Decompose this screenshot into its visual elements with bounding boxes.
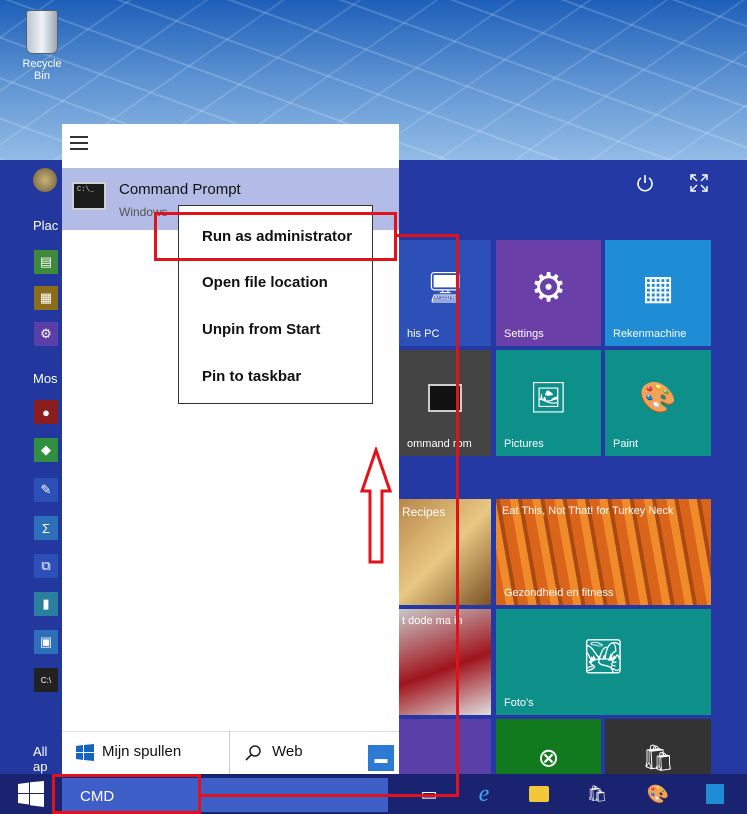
tile-settings[interactable]: ⚙ Settings: [496, 240, 601, 346]
most-used-label: Mos: [33, 371, 58, 386]
places-item-1[interactable]: ▤: [34, 250, 58, 274]
annotation-run-as-admin-highlight: [154, 212, 397, 261]
most-used-item-6[interactable]: ▮: [34, 592, 58, 616]
tile-photos-label: Foto's: [504, 697, 534, 709]
expand-icon[interactable]: [688, 172, 710, 194]
tile-recipes-label: Recipes: [402, 505, 446, 519]
edge-icon[interactable]: e: [473, 781, 495, 807]
my-stuff-label: Mijn spullen: [102, 743, 182, 760]
menu-item-pin-to-taskbar[interactable]: Pin to taskbar: [202, 368, 301, 385]
recycle-bin[interactable]: Recycle Bin: [14, 10, 70, 82]
annotation-search-highlight: [52, 774, 201, 814]
tile-this-pc[interactable]: 🖥 his PC: [399, 240, 491, 346]
most-used-item-cmd[interactable]: C:\: [34, 668, 58, 692]
tile-pictures[interactable]: 🖼 Pictures: [496, 350, 601, 456]
tile-news-category: Gezondheid en fitness: [504, 587, 614, 599]
up-arrow-icon: [359, 447, 393, 564]
recycle-bin-icon: [26, 10, 58, 54]
annotation-line-top: [396, 234, 459, 237]
menu-item-open-file-location[interactable]: Open file location: [202, 274, 328, 291]
feedback-icon[interactable]: ▬: [368, 745, 394, 771]
photos-icon: 🏞: [581, 637, 626, 676]
calculator-icon: ▦: [641, 268, 675, 307]
menu-item-unpin-from-start[interactable]: Unpin from Start: [202, 321, 320, 338]
tile-recipes[interactable]: Recipes: [399, 499, 491, 605]
places-settings-icon[interactable]: ⚙: [34, 322, 58, 346]
tile-news[interactable]: Eat This, Not That! for Turkey Neck Gezo…: [496, 499, 711, 605]
footer-divider: [229, 731, 230, 774]
xbox-icon: ⊗: [537, 742, 560, 772]
tile-calculator[interactable]: ▦ Rekenmachine: [605, 240, 711, 346]
most-used-item-2[interactable]: ◆: [34, 438, 58, 462]
store-taskbar-icon[interactable]: 🛍: [586, 783, 608, 805]
places-item-2[interactable]: ▦: [34, 286, 58, 310]
most-used-item-4[interactable]: Σ: [34, 516, 58, 540]
annotation-line-bottom: [201, 794, 459, 797]
tile-paint-label: Paint: [613, 438, 639, 450]
most-used-item-5[interactable]: ⧉: [34, 554, 58, 578]
most-used-item-7[interactable]: ▣: [34, 630, 58, 654]
start-left-column: Plac ▤ ▦ ⚙ Mos ● ◆ ✎ Σ ⧉ ▮ ▣ C:\ All ap: [0, 160, 62, 774]
tile-partial-1[interactable]: [399, 719, 491, 774]
windows-logo-icon: [76, 744, 94, 761]
hamburger-icon[interactable]: [70, 136, 88, 150]
tile-xbox[interactable]: ⊗: [496, 719, 601, 774]
power-icon[interactable]: [634, 172, 656, 194]
user-avatar[interactable]: [33, 168, 57, 192]
paint-taskbar-icon[interactable]: 🎨: [647, 783, 669, 805]
recycle-bin-label: Recycle Bin: [22, 58, 62, 82]
my-stuff-button[interactable]: Mijn spullen: [76, 743, 206, 765]
search-result-title: Command Prompt: [119, 181, 241, 198]
web-label: Web: [272, 743, 303, 760]
tile-photos[interactable]: 🏞 Foto's: [496, 609, 711, 715]
most-used-item-3[interactable]: ✎: [34, 478, 58, 502]
tile-news-2[interactable]: t dode ma in: [399, 609, 491, 715]
tile-news-2-text: t dode ma in: [402, 615, 463, 627]
tile-news-heading: Eat This, Not That! for Turkey Neck: [502, 505, 674, 517]
places-label: Plac: [33, 218, 59, 233]
tile-pictures-label: Pictures: [504, 438, 544, 450]
settings-gear-icon: ⚙: [530, 265, 567, 310]
web-search-button[interactable]: Web: [244, 743, 324, 765]
all-apps-label[interactable]: All ap: [33, 744, 62, 774]
paint-icon: 🎨: [639, 381, 677, 415]
pictures-icon: 🖼: [529, 381, 568, 415]
tile-this-pc-label: his PC: [407, 328, 440, 340]
store-icon: 🛍: [641, 742, 675, 772]
calculator-taskbar-icon[interactable]: [704, 783, 726, 805]
tile-paint[interactable]: 🎨 Paint: [605, 350, 711, 456]
start-button[interactable]: [18, 781, 44, 807]
tile-command-prompt[interactable]: ommand rom: [399, 350, 491, 456]
most-used-item-1[interactable]: ●: [34, 400, 58, 424]
annotation-line-vertical: [456, 234, 459, 797]
search-icon: [245, 745, 261, 761]
tile-settings-label: Settings: [504, 328, 544, 340]
explorer-icon[interactable]: [528, 783, 550, 805]
tile-store[interactable]: 🛍: [605, 719, 711, 774]
tile-calculator-label: Rekenmachine: [613, 328, 687, 340]
command-prompt-icon: C:\_: [72, 182, 106, 210]
tile-command-prompt-label: ommand rom: [407, 438, 472, 450]
